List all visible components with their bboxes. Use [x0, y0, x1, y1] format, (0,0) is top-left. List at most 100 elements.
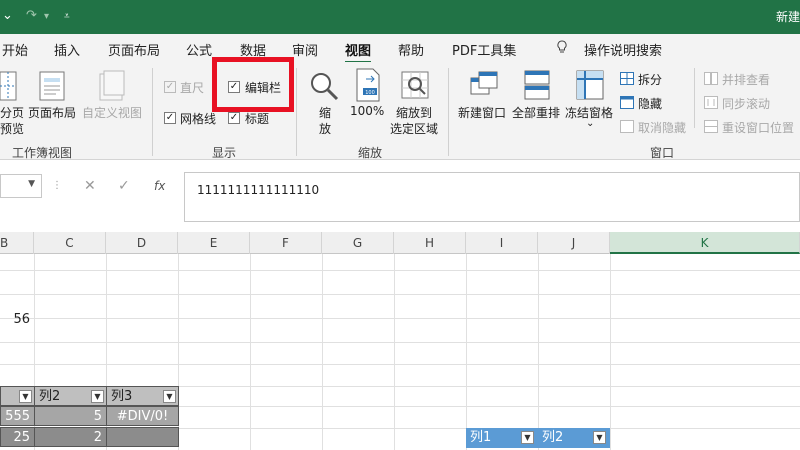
formula-bar-highlight-box [212, 57, 294, 112]
page-break-preview-icon[interactable] [0, 70, 18, 105]
column-header-d[interactable]: D [106, 232, 178, 254]
cancel-entry-icon[interactable]: ✕ [84, 178, 96, 194]
column-header-i[interactable]: I [466, 232, 538, 254]
tab-review[interactable]: 审阅 [292, 40, 318, 59]
ruler-checkbox: ✓ [164, 81, 176, 93]
gridline [0, 342, 800, 343]
page-break-preview-label-2[interactable]: 预览 [0, 120, 24, 137]
unhide-window-icon [620, 120, 634, 136]
table-cell[interactable]: 5 [34, 406, 107, 426]
zoom-label-2[interactable]: 放 [319, 120, 331, 137]
gridlines-label[interactable]: 网格线 [180, 110, 216, 127]
group-separator [448, 68, 449, 156]
tab-formulas[interactable]: 公式 [186, 40, 212, 59]
gridlines-checkbox[interactable]: ✓ [164, 112, 176, 124]
zoom-to-selection-label[interactable]: 缩放到 [396, 104, 432, 121]
arrange-all-icon[interactable] [524, 70, 550, 103]
lightbulb-icon[interactable] [556, 40, 568, 58]
column-header-g[interactable]: G [322, 232, 394, 254]
column-header-c[interactable]: C [34, 232, 106, 254]
tab-help[interactable]: 帮助 [398, 40, 424, 59]
table-header-col2[interactable]: 列2 ▼ [34, 386, 107, 406]
gridline [322, 254, 323, 450]
table2-header-col1[interactable]: 列1 ▼ [466, 428, 538, 448]
zoom-to-selection-label-2[interactable]: 选定区域 [390, 120, 438, 137]
arrange-all-label[interactable]: 全部重排 [512, 104, 560, 121]
document-title: 新建 [775, 10, 800, 24]
table2-header-col2[interactable]: 列2 ▼ [538, 428, 610, 448]
headings-label[interactable]: 标题 [245, 110, 269, 127]
page-layout-label[interactable]: 页面布局 [28, 104, 76, 121]
undo-dropdown-icon[interactable]: ⌄ [2, 8, 13, 23]
customize-quick-access-icon[interactable]: ⩡ [64, 11, 70, 22]
window-group-label: 窗口 [650, 146, 675, 160]
zoom-to-selection-icon[interactable] [400, 70, 432, 105]
page-layout-icon[interactable] [38, 70, 66, 105]
hide-window-icon[interactable] [620, 96, 634, 112]
name-box[interactable]: ▼ [0, 174, 42, 198]
gridline [0, 318, 800, 319]
tell-me-search[interactable]: 操作说明搜索 [584, 40, 662, 59]
formula-input[interactable]: 1111111111111110 [184, 172, 800, 222]
table-cell-error[interactable]: #DIV/0! [106, 406, 179, 426]
ribbon-tabs: 开始 插入 页面布局 公式 数据 审阅 视图 帮助 PDF工具集 操作说明搜索 [0, 34, 800, 64]
zoom-magnifier-icon[interactable] [308, 70, 340, 105]
column-header-b[interactable]: B [0, 232, 34, 254]
show-group-label: 显示 [212, 146, 237, 160]
page-break-preview-label[interactable]: 分页 [0, 104, 24, 121]
workbook-views-group-label: 工作簿视图 [12, 146, 73, 160]
tab-pdf-tools[interactable]: PDF工具集 [452, 40, 516, 59]
reset-window-position-icon [704, 120, 718, 136]
freeze-panes-icon[interactable] [576, 70, 604, 103]
new-window-icon[interactable] [470, 70, 498, 103]
tab-home[interactable]: 开始 [2, 40, 28, 59]
column-header-h[interactable]: H [394, 232, 466, 254]
gridline [466, 254, 467, 450]
zoom-100-label[interactable]: 100% [350, 104, 384, 118]
gridline [0, 270, 800, 271]
reset-window-position-label: 重设窗口位置 [722, 121, 795, 135]
split-icon[interactable] [620, 72, 634, 88]
ruler-label: 直尺 [180, 81, 205, 95]
filter-dropdown-icon[interactable]: ▼ [91, 390, 104, 403]
table-cell[interactable]: 25 [0, 427, 35, 447]
column-header-k[interactable]: K [610, 232, 800, 254]
headings-checkbox[interactable]: ✓ [228, 112, 240, 124]
new-window-label[interactable]: 新建窗口 [458, 104, 506, 121]
tab-view[interactable]: 视图 [345, 40, 372, 64]
redo-arrow-icon[interactable]: ↷ [26, 8, 37, 23]
filter-dropdown-icon[interactable]: ▼ [19, 390, 32, 403]
worksheet-grid[interactable]: 56 ▼ 列2 ▼ 列3 ▼ 555 5 #DIV/0! 25 2 列1 ▼ 列… [0, 254, 800, 450]
filter-dropdown-icon[interactable]: ▼ [593, 431, 606, 444]
custom-views-label: 自定义视图 [82, 106, 143, 120]
filter-dropdown-icon[interactable]: ▼ [163, 390, 176, 403]
enter-entry-icon[interactable]: ✓ [118, 178, 130, 194]
table-cell[interactable]: 555 [0, 406, 35, 426]
cell-b-56[interactable]: 56 [0, 310, 34, 330]
gridline [0, 294, 800, 295]
name-box-dropdown-icon[interactable]: ▼ [28, 179, 35, 189]
insert-function-icon[interactable]: fx [154, 179, 165, 193]
table-header-cell[interactable]: ▼ [0, 386, 35, 406]
sync-scroll-label: 同步滚动 [722, 97, 771, 111]
freeze-panes-dropdown-icon[interactable]: ⌄ [586, 118, 594, 129]
filter-dropdown-icon[interactable]: ▼ [521, 431, 534, 444]
split-label[interactable]: 拆分 [638, 71, 662, 88]
table-header-col3[interactable]: 列3 ▼ [106, 386, 179, 406]
redo-dropdown-icon[interactable]: ▾ [44, 11, 49, 22]
gridline [538, 254, 539, 450]
column-header-j[interactable]: J [538, 232, 610, 254]
group-separator [296, 68, 297, 156]
sync-scroll-icon [704, 96, 718, 112]
column-header-e[interactable]: E [178, 232, 250, 254]
tab-insert[interactable]: 插入 [54, 40, 80, 59]
zoom-100-icon[interactable]: 100 [354, 68, 382, 105]
table-cell[interactable] [106, 427, 179, 447]
hide-window-label[interactable]: 隐藏 [638, 95, 662, 112]
column-header-f[interactable]: F [250, 232, 322, 254]
table-cell[interactable]: 2 [34, 427, 107, 447]
custom-views-icon [98, 70, 126, 105]
title-bar: ⌄ ↷ ▾ ⩡ 新建 [0, 0, 800, 34]
tab-page-layout[interactable]: 页面布局 [108, 40, 160, 59]
zoom-label[interactable]: 缩 [319, 104, 331, 121]
